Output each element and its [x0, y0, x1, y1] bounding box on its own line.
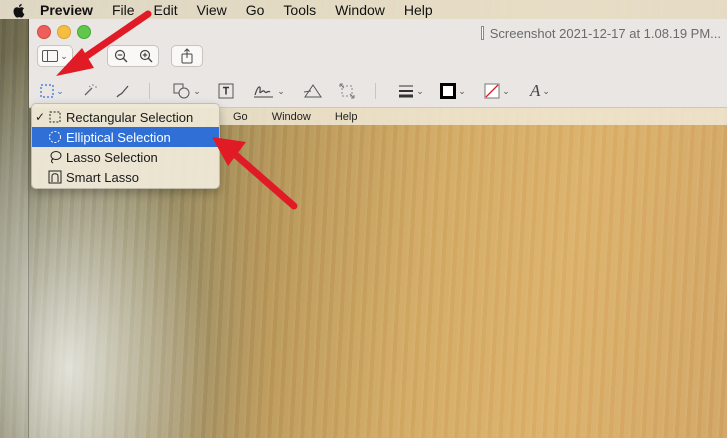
fill-color-icon	[484, 83, 500, 99]
embedded-menu-help: Help	[334, 110, 358, 123]
rectangular-selection-icon	[48, 110, 62, 124]
document-icon	[481, 26, 484, 40]
menu-tools[interactable]: Tools	[283, 2, 316, 18]
system-menubar: Preview File Edit View Go Tools Window H…	[0, 0, 727, 19]
sidebar-view-button[interactable]: ⌄	[37, 45, 73, 67]
menu-view[interactable]: View	[197, 2, 227, 18]
rectangular-selection-icon	[40, 84, 54, 98]
checkmark-icon: ✓	[34, 110, 46, 124]
menu-file[interactable]: File	[112, 2, 135, 18]
smart-lasso-icon	[48, 170, 62, 184]
menu-item-label: Elliptical Selection	[66, 129, 171, 145]
instant-alpha-button[interactable]	[79, 81, 99, 101]
menu-edit[interactable]: Edit	[154, 2, 178, 18]
menu-go[interactable]: Go	[246, 2, 265, 18]
magic-wand-icon	[84, 84, 97, 96]
border-color-button[interactable]: ⌄	[437, 81, 469, 101]
resize-icon	[339, 83, 355, 99]
fill-color-button[interactable]: ⌄	[481, 81, 513, 101]
menu-item-lasso-selection[interactable]: Lasso Selection	[32, 147, 219, 167]
menu-item-label: Rectangular Selection	[66, 109, 194, 125]
sketch-tool-button[interactable]	[113, 81, 133, 101]
line-style-icon	[399, 85, 414, 98]
share-icon	[181, 48, 193, 64]
lasso-icon	[48, 150, 62, 164]
selection-tool-button[interactable]: ⌄	[37, 81, 67, 101]
menu-item-elliptical-selection[interactable]: Elliptical Selection	[32, 127, 219, 147]
apple-menu-icon[interactable]	[12, 3, 26, 18]
shapes-icon	[173, 83, 190, 99]
minimize-window-button[interactable]	[57, 25, 71, 39]
zoom-in-button[interactable]	[133, 49, 158, 63]
preview-window: Screenshot 2021-12-17 at 1.08.19 PM... ⌄…	[28, 19, 727, 438]
signature-icon	[254, 86, 274, 98]
embedded-menu-go: Go	[233, 110, 248, 123]
menu-item-label: Lasso Selection	[66, 149, 158, 165]
menu-item-label: Smart Lasso	[66, 169, 139, 185]
embedded-menubar: Go Window Help	[219, 108, 727, 125]
sign-button[interactable]: ⌄	[251, 81, 287, 101]
pen-icon	[116, 85, 129, 98]
text-box-icon	[218, 83, 234, 99]
share-button[interactable]	[171, 45, 203, 67]
menu-item-smart-lasso[interactable]: Smart Lasso	[32, 167, 219, 187]
embedded-menu-window: Window	[271, 110, 311, 123]
window-toolbar: Screenshot 2021-12-17 at 1.08.19 PM... ⌄…	[29, 19, 727, 108]
selection-tool-menu: ✓ Rectangular Selection Elliptical Selec…	[31, 103, 220, 189]
shapes-button[interactable]: ⌄	[169, 81, 205, 101]
menu-app-preview[interactable]: Preview	[40, 2, 93, 18]
font-icon: A	[530, 81, 541, 100]
menu-help[interactable]: Help	[404, 2, 433, 18]
adjust-color-button[interactable]	[303, 81, 323, 101]
zoom-window-button[interactable]	[77, 25, 91, 39]
zoom-out-icon	[114, 49, 127, 63]
zoom-controls	[107, 45, 159, 67]
shape-style-button[interactable]: ⌄	[395, 81, 427, 101]
text-tool-button[interactable]	[215, 81, 237, 101]
zoom-in-icon	[139, 49, 152, 63]
adjust-size-button[interactable]	[337, 81, 357, 101]
elliptical-selection-icon	[48, 130, 62, 144]
window-title: Screenshot 2021-12-17 at 1.08.19 PM...	[481, 25, 721, 41]
prism-icon	[304, 84, 322, 98]
window-title-text: Screenshot 2021-12-17 at 1.08.19 PM...	[489, 25, 721, 41]
text-style-button[interactable]: A ⌄	[525, 81, 555, 101]
menu-window[interactable]: Window	[335, 2, 385, 18]
close-window-button[interactable]	[37, 25, 51, 39]
menu-item-rectangular-selection[interactable]: ✓ Rectangular Selection	[32, 107, 219, 127]
zoom-out-button[interactable]	[108, 49, 133, 63]
border-color-icon	[440, 83, 457, 99]
sidebar-icon	[42, 50, 59, 62]
